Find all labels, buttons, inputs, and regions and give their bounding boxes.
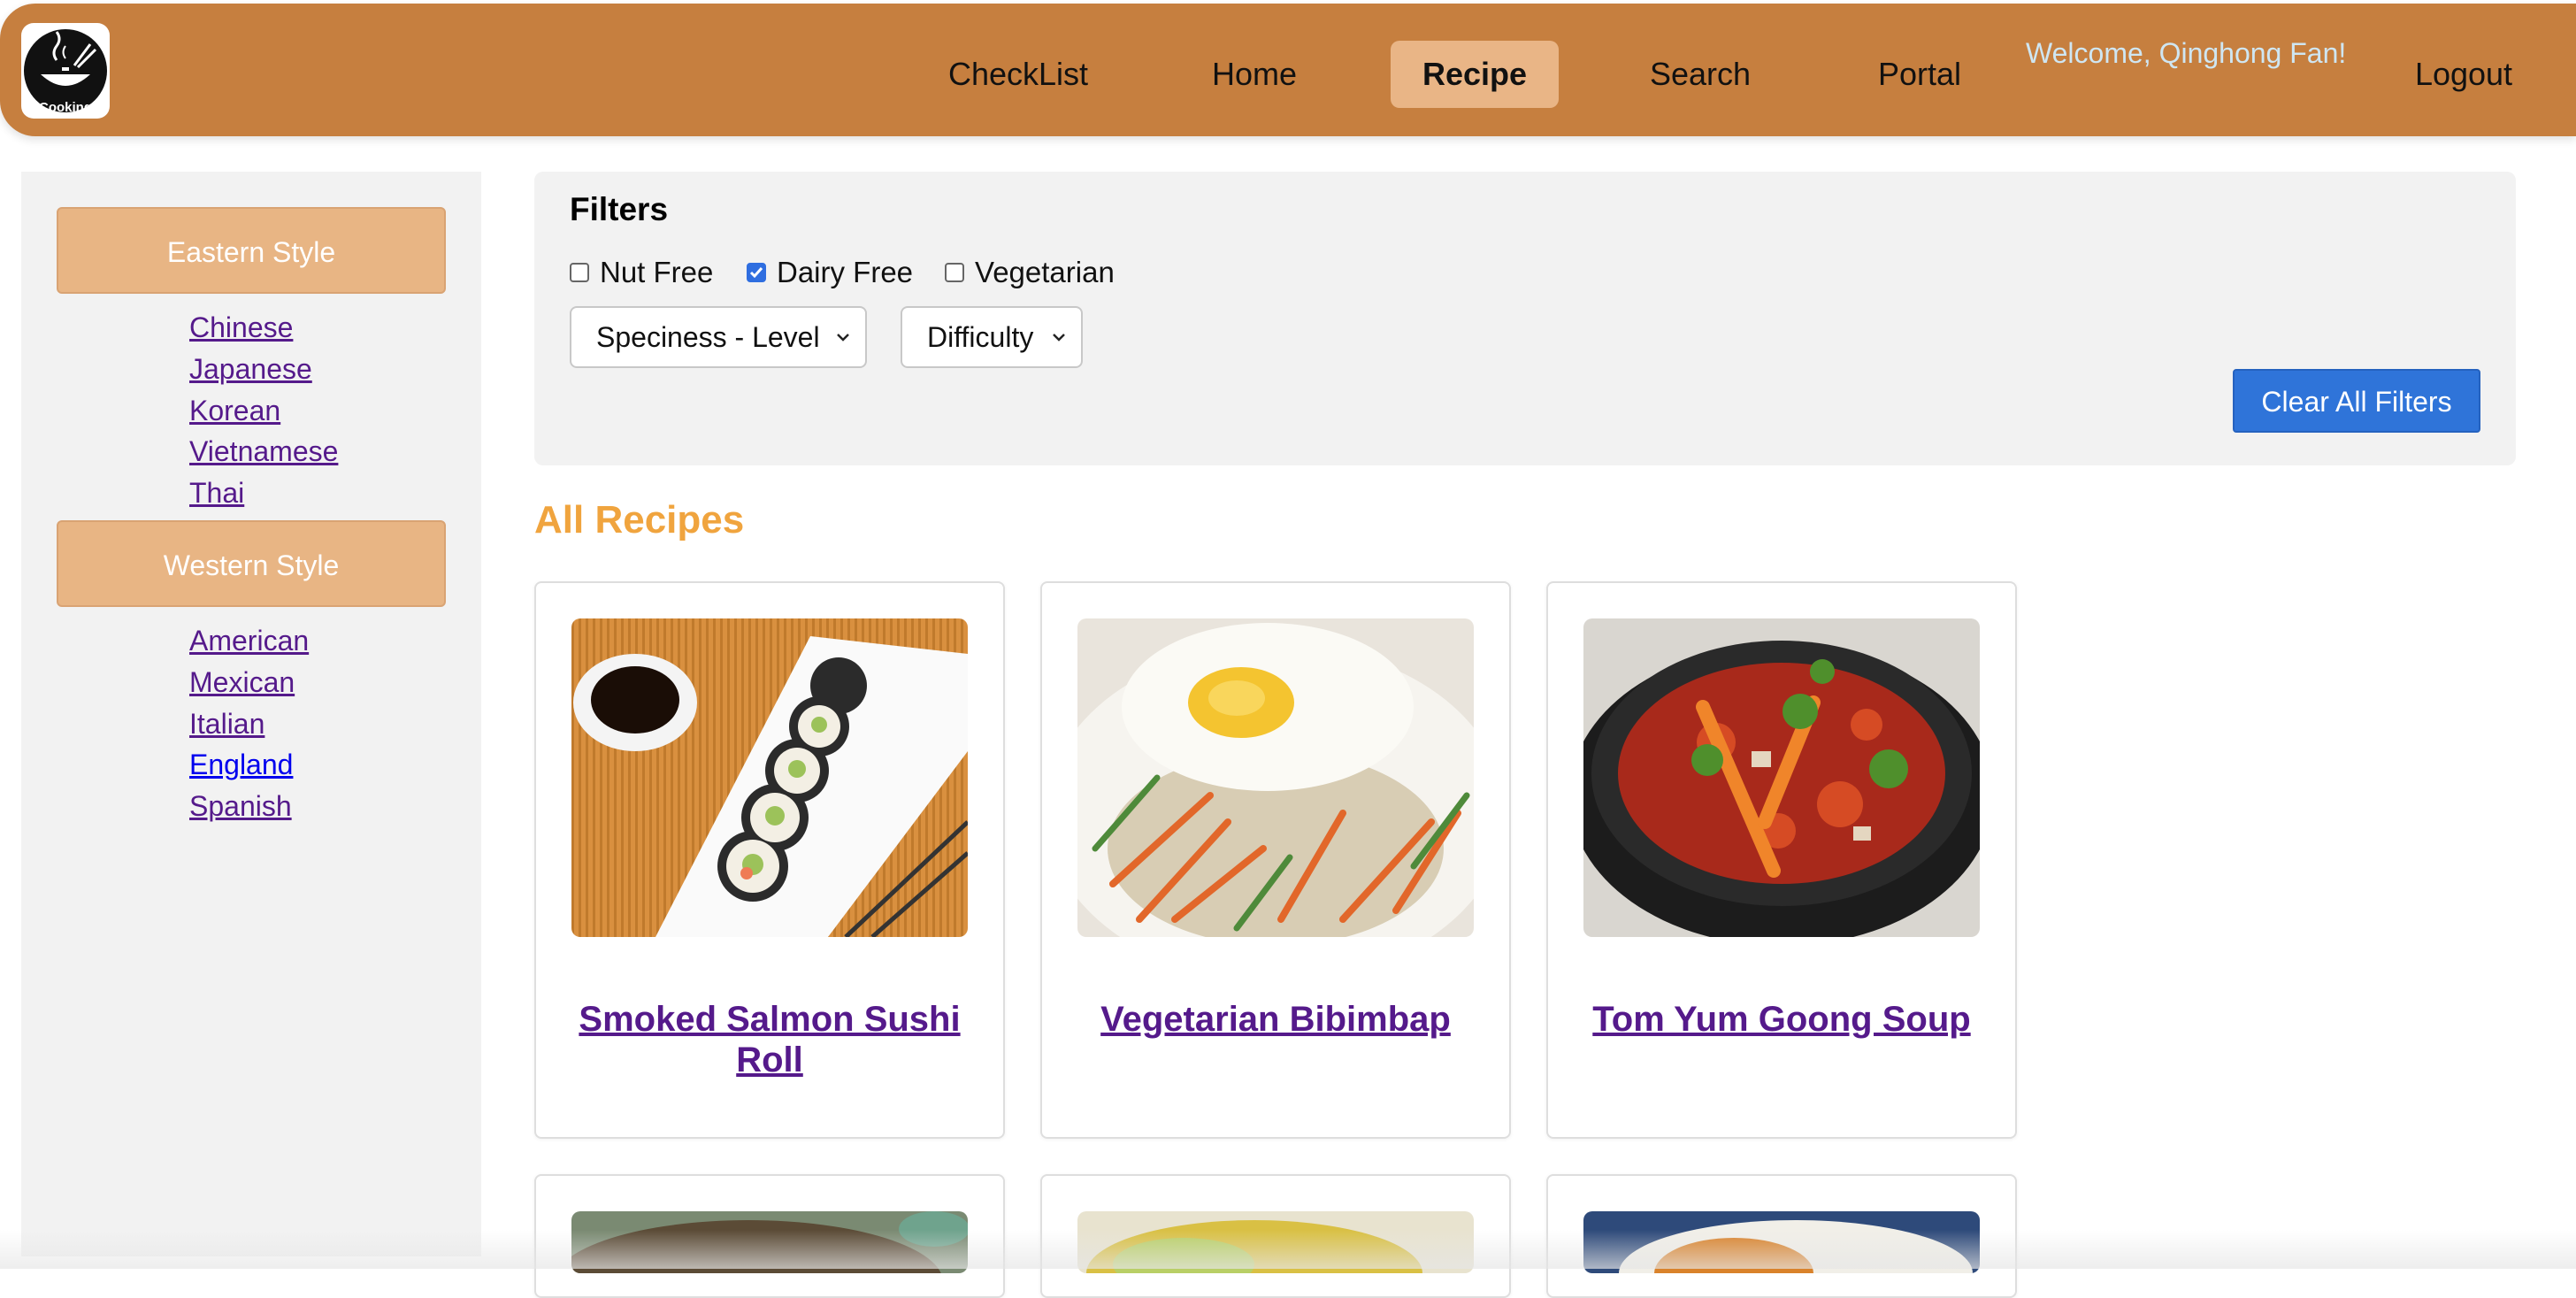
- recipe-title-link[interactable]: Vegetarian Bibimbap: [1060, 999, 1491, 1040]
- recipe-title-link[interactable]: Smoked Salmon Sushi Roll: [554, 999, 985, 1080]
- checkmark-icon: [749, 267, 763, 279]
- all-recipes-heading: All Recipes: [534, 498, 745, 541]
- nav-search[interactable]: Search: [1612, 41, 1789, 108]
- difficulty-select[interactable]: Difficulty: [901, 306, 1083, 368]
- recipe-photo-partial[interactable]: [1077, 1211, 1474, 1273]
- cooking-logo[interactable]: Cooking: [21, 23, 110, 119]
- eastern-style-button[interactable]: Eastern Style: [57, 207, 446, 294]
- spiciness-select[interactable]: Speciness - Level: [570, 306, 867, 368]
- sidebar-link-chinese[interactable]: Chinese: [189, 311, 293, 344]
- recipe-card[interactable]: [1040, 1174, 1511, 1298]
- difficulty-select-value: Difficulty: [927, 320, 1034, 353]
- dairy-free-checkbox[interactable]: [747, 263, 766, 282]
- logout-button[interactable]: Logout: [2388, 41, 2539, 108]
- chevron-down-icon: [837, 334, 849, 342]
- sidebar-link-spanish[interactable]: Spanish: [189, 790, 292, 823]
- filter-vegetarian[interactable]: Vegetarian: [945, 255, 1115, 290]
- sidebar-link-thai[interactable]: Thai: [189, 477, 244, 510]
- welcome-message: Welcome, Qinghong Fan!: [2026, 37, 2347, 69]
- cuisine-sidebar: Eastern Style Chinese Japanese Korean Vi…: [21, 172, 481, 1256]
- recipe-title-link[interactable]: Tom Yum Goong Soup: [1566, 999, 1997, 1040]
- sidebar-link-vietnamese[interactable]: Vietnamese: [189, 435, 338, 468]
- filter-nut-free[interactable]: Nut Free: [570, 255, 713, 290]
- recipe-photo-partial[interactable]: [1583, 1211, 1980, 1273]
- wok-logo-icon: Cooking: [24, 29, 107, 115]
- sidebar-link-england[interactable]: England: [189, 749, 293, 781]
- western-style-button[interactable]: Western Style: [57, 520, 446, 607]
- sidebar-link-korean[interactable]: Korean: [189, 395, 280, 427]
- nav-recipe[interactable]: Recipe: [1391, 41, 1559, 108]
- nut-free-label: Nut Free: [600, 256, 714, 288]
- recipe-card[interactable]: [1546, 1174, 2017, 1298]
- filter-dairy-free[interactable]: Dairy Free: [747, 255, 913, 290]
- sidebar-link-american[interactable]: American: [189, 625, 309, 657]
- sidebar-link-japanese[interactable]: Japanese: [189, 353, 312, 386]
- nav-portal[interactable]: Portal: [1831, 41, 2008, 108]
- recipe-card[interactable]: Tom Yum Goong Soup: [1546, 581, 2017, 1139]
- filters-panel: Filters Nut Free Dairy Free Vegetarian S…: [534, 172, 2516, 465]
- filters-title: Filters: [570, 191, 669, 227]
- clear-all-filters-button[interactable]: Clear All Filters: [2233, 369, 2480, 433]
- vegetarian-label: Vegetarian: [975, 256, 1115, 288]
- logo-text: Cooking: [39, 100, 92, 115]
- bibimbap-photo[interactable]: [1077, 618, 1474, 937]
- sushi-roll-photo[interactable]: [571, 618, 968, 937]
- recipe-card[interactable]: Smoked Salmon Sushi Roll: [534, 581, 1005, 1139]
- chevron-down-icon: [1053, 334, 1065, 342]
- recipe-photo-partial[interactable]: [571, 1211, 968, 1273]
- sidebar-link-italian[interactable]: Italian: [189, 708, 264, 741]
- vegetarian-checkbox[interactable]: [945, 263, 964, 282]
- nav-home[interactable]: Home: [1166, 41, 1343, 108]
- spiciness-select-value: Speciness - Level: [596, 320, 820, 353]
- recipe-card[interactable]: Vegetarian Bibimbap: [1040, 581, 1511, 1139]
- sidebar-link-mexican[interactable]: Mexican: [189, 666, 295, 699]
- tom-yum-soup-photo[interactable]: [1583, 618, 1980, 937]
- nav-checklist[interactable]: CheckList: [925, 41, 1111, 108]
- top-navigation-bar: Cooking CheckList Home Recipe Search Por…: [0, 4, 2576, 136]
- dairy-free-label: Dairy Free: [777, 256, 914, 288]
- recipe-card[interactable]: [534, 1174, 1005, 1298]
- nut-free-checkbox[interactable]: [570, 263, 589, 282]
